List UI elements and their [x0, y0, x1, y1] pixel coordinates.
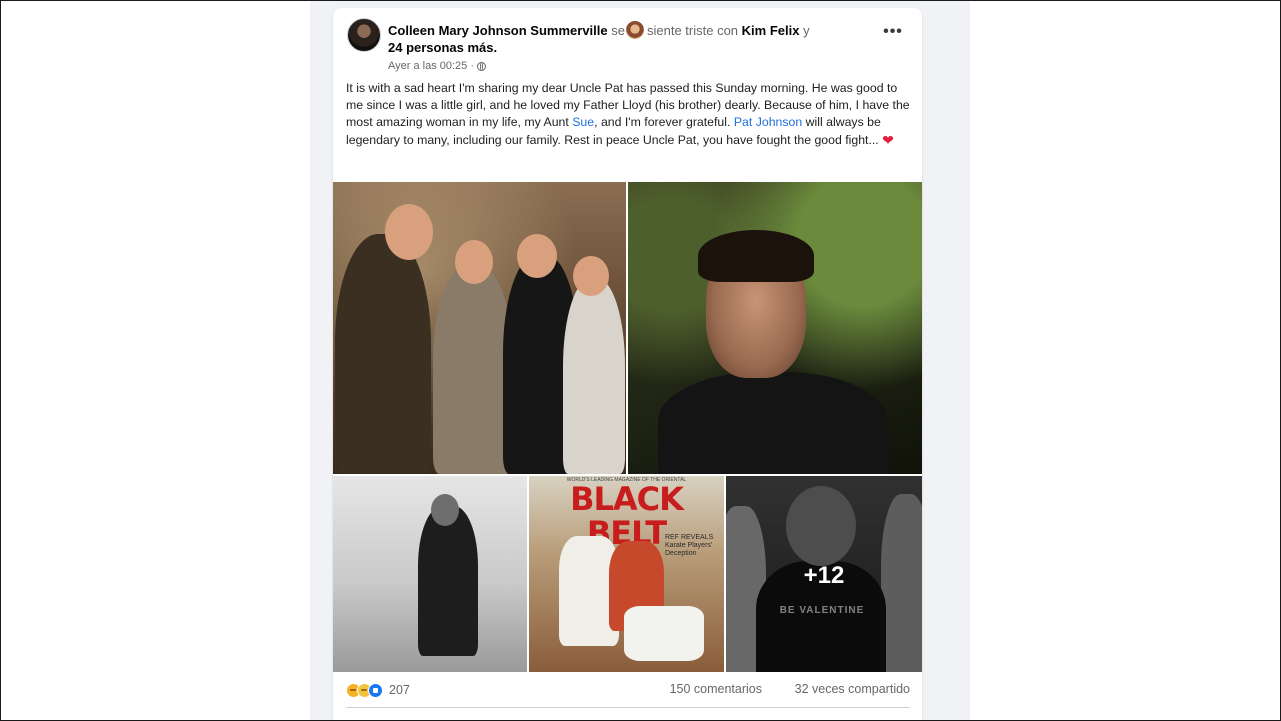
person-head: [385, 204, 433, 260]
person-figure: [335, 234, 431, 474]
tagged-others[interactable]: 24 personas más.: [388, 40, 497, 56]
post-timestamp-row: Ayer a las 00:25 ·: [388, 59, 487, 73]
globe-icon: [477, 61, 487, 71]
author-avatar[interactable]: [347, 18, 381, 52]
fighter-figure: [418, 506, 478, 656]
feeling-text: siente triste con: [646, 23, 739, 38]
photo-portrait[interactable]: [628, 182, 922, 474]
post-body-part2: , and I'm forever grateful.: [594, 115, 734, 130]
person-figure: [563, 278, 625, 474]
person-head: [455, 240, 493, 284]
mention-pat-johnson[interactable]: Pat Johnson: [734, 115, 802, 129]
more-options-button[interactable]: •••: [878, 22, 908, 44]
conjunction: y: [803, 23, 810, 38]
fighter-head: [431, 494, 459, 526]
portrait-hair: [698, 230, 814, 282]
photo-martial-arts-stance[interactable]: [333, 476, 527, 672]
tagged-user[interactable]: Kim Felix: [742, 23, 800, 38]
tagged-others-label: 24 personas más.: [388, 40, 498, 55]
photo-group-more[interactable]: BE VALENTINE +12: [726, 476, 922, 672]
reactions-count: 207: [389, 683, 410, 697]
person-figure: [433, 264, 513, 474]
shares-count[interactable]: 32 veces compartido: [795, 682, 910, 696]
like-icon: [368, 682, 383, 698]
comments-count[interactable]: 150 comentarios: [670, 682, 762, 696]
post-stats: 207 150 comentarios 32 veces compartido: [346, 680, 910, 700]
more-photos-count: +12: [803, 562, 845, 589]
photo-family-group[interactable]: [333, 182, 626, 474]
mention-sue[interactable]: Sue: [572, 115, 594, 129]
reactions-summary[interactable]: 207: [346, 680, 410, 700]
post-timestamp[interactable]: Ayer a las 00:25 ·: [388, 59, 474, 73]
cover-figure: [624, 606, 704, 661]
heart-icon: ❤: [882, 131, 894, 148]
author-name[interactable]: Colleen Mary Johnson Summerville: [388, 23, 608, 38]
photo-magazine-cover[interactable]: WORLD'S LEADING MAGAZINE OF THE ORIENTAL…: [529, 476, 724, 672]
person-head: [517, 234, 557, 278]
post-body: It is with a sad heart I'm sharing my de…: [346, 80, 914, 149]
post-card: Colleen Mary Johnson Summerville se sient…: [333, 8, 922, 721]
stats-divider: [346, 707, 910, 708]
post-header: Colleen Mary Johnson Summerville se sient…: [388, 21, 888, 39]
feeling-verb: se: [611, 23, 625, 38]
magazine-subtitle: REF REVEALS Karate Players' Deception: [665, 534, 714, 557]
portrait-shirt: [658, 372, 888, 474]
mood-icon: [625, 21, 644, 39]
person-head: [573, 256, 609, 296]
